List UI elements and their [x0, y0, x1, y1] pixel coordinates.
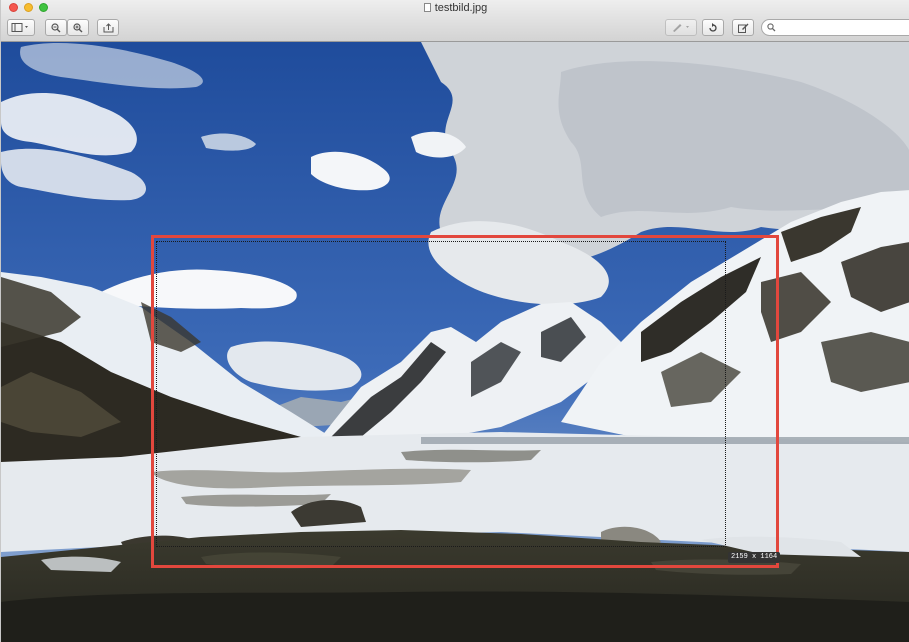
edit-icon	[737, 23, 748, 33]
window-title-text: testbild.jpg	[434, 2, 488, 14]
search-icon	[767, 23, 776, 32]
sidebar-view-button[interactable]	[7, 19, 35, 36]
preview-window: testbild.jpg 2159 x 1164	[0, 0, 909, 642]
share-button[interactable]	[97, 19, 119, 36]
rotate-icon	[709, 22, 717, 32]
selection-marquee[interactable]	[156, 241, 726, 547]
zoom-in-button[interactable]	[67, 19, 89, 36]
image-viewer[interactable]: 2159 x 1164	[1, 42, 909, 642]
window-title: testbild.jpg	[1, 2, 909, 14]
selection-size-badge: 2159 x 1164	[728, 552, 781, 563]
document-icon	[423, 3, 431, 12]
zoom-out-icon	[51, 22, 61, 32]
zoom-in-icon	[73, 22, 83, 32]
rotate-button[interactable]	[702, 19, 724, 36]
markup-button[interactable]	[665, 19, 697, 36]
edit-button[interactable]	[732, 19, 754, 36]
titlebar: testbild.jpg	[1, 0, 909, 42]
sidebar-icon	[11, 23, 28, 32]
search-field[interactable]	[761, 19, 909, 36]
share-icon	[103, 22, 113, 32]
zoom-out-button[interactable]	[45, 19, 67, 36]
pen-icon	[673, 24, 689, 32]
